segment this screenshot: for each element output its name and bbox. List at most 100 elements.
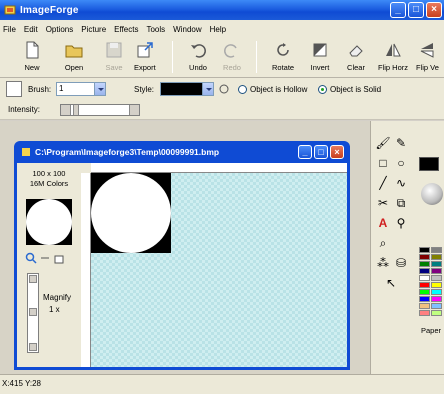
slider-down-arrow[interactable] — [29, 343, 37, 351]
magnifier-icon[interactable]: ⌕ — [375, 235, 391, 251]
brush-icon[interactable] — [6, 81, 22, 97]
palette-swatch[interactable] — [419, 282, 430, 288]
minimize-button[interactable]: _ — [390, 2, 406, 18]
rotate-button[interactable]: Rotate — [272, 40, 294, 72]
palette-swatch[interactable] — [419, 268, 430, 274]
redo-button[interactable]: Redo — [222, 40, 242, 72]
scissors-icon[interactable]: ✂ — [375, 195, 391, 211]
flip-horz-label: Flip Horz — [378, 63, 409, 72]
color-sphere-icon[interactable] — [421, 183, 443, 205]
menu-tools[interactable]: Tools — [146, 25, 165, 34]
open-button[interactable]: Open — [64, 40, 84, 72]
image-colors: 16M Colors — [29, 179, 69, 188]
paint-brush-icon[interactable]: 🖌 — [375, 135, 391, 151]
chevron-down-icon[interactable] — [202, 83, 213, 95]
menu-help[interactable]: Help — [210, 25, 226, 34]
palette-swatch[interactable] — [419, 296, 430, 302]
invert-icon — [313, 43, 327, 57]
flip-vertical-icon — [421, 43, 434, 58]
slider-up-arrow[interactable] — [29, 275, 37, 283]
color-picker-icon[interactable] — [218, 83, 230, 95]
doc-maximize-button[interactable]: □ — [314, 145, 328, 159]
menu-bar: File Edit Options Picture Effects Tools … — [0, 20, 444, 38]
image-thumbnail[interactable] — [26, 199, 72, 245]
image-canvas[interactable] — [91, 173, 171, 253]
redo-icon — [224, 44, 237, 58]
document-window: C:\Program\Imageforge3\Temp\00099991.bmp… — [14, 141, 350, 370]
save-button[interactable]: Save — [104, 40, 124, 72]
style-label: Style: — [134, 85, 155, 94]
document-title: C:\Program\Imageforge3\Temp\00099991.bmp — [35, 147, 220, 157]
rectangle-tool-icon[interactable]: □ — [375, 155, 391, 171]
hand-icon[interactable] — [53, 252, 65, 264]
new-button[interactable]: New — [22, 40, 42, 72]
palette-swatch[interactable] — [431, 268, 442, 274]
line-tool-icon[interactable]: ╱ — [375, 175, 391, 191]
palette-swatch[interactable] — [431, 296, 442, 302]
new-file-icon — [26, 41, 39, 59]
menu-effects[interactable]: Effects — [114, 25, 138, 34]
pan-icon[interactable] — [40, 252, 50, 264]
image-size: 100 x 100 — [32, 169, 66, 178]
menu-edit[interactable]: Edit — [24, 25, 38, 34]
palette-swatch[interactable] — [431, 261, 442, 267]
invert-button[interactable]: Invert — [310, 40, 330, 72]
magnify-slider[interactable] — [27, 273, 39, 353]
app-title-bar[interactable]: ImageForge _ □ × — [0, 0, 444, 20]
palette-swatch[interactable] — [419, 303, 430, 309]
export-button[interactable]: Export — [134, 40, 156, 72]
menu-picture[interactable]: Picture — [81, 25, 106, 34]
pointer-arrow-icon[interactable]: ↖ — [383, 275, 399, 291]
slider-thumb[interactable] — [73, 105, 79, 115]
palette-swatch[interactable] — [419, 289, 430, 295]
palette-swatch[interactable] — [431, 275, 442, 281]
close-button[interactable]: × — [426, 2, 442, 18]
chevron-down-icon[interactable] — [94, 83, 105, 95]
slider-left-arrow[interactable] — [61, 105, 71, 115]
menu-window[interactable]: Window — [173, 25, 201, 34]
foreground-color-swatch[interactable] — [419, 157, 439, 171]
palette-swatch[interactable] — [431, 254, 442, 260]
magnify-value: 1 x — [49, 305, 60, 314]
spray-can-icon[interactable]: ⁂ — [375, 255, 391, 271]
fill-bucket-icon[interactable]: ⛁ — [393, 255, 409, 271]
style-color-select[interactable] — [160, 82, 214, 96]
palette-swatch[interactable] — [431, 310, 442, 316]
slider-thumb[interactable] — [29, 308, 37, 316]
pencil-icon[interactable]: ✎ — [393, 135, 409, 151]
menu-file[interactable]: File — [3, 25, 16, 34]
brush-size-select[interactable]: 1 — [56, 82, 106, 96]
object-solid-radio[interactable] — [318, 85, 327, 94]
maximize-button[interactable]: □ — [408, 2, 424, 18]
clear-button[interactable]: Clear — [346, 40, 366, 72]
magnify-control: Magnify 1 x — [27, 273, 75, 353]
text-tool-icon[interactable]: A — [375, 215, 391, 231]
intensity-slider[interactable] — [60, 104, 140, 116]
app-logo-icon — [4, 5, 16, 15]
clone-tool-icon[interactable]: ⧉ — [393, 195, 409, 211]
palette-swatch[interactable] — [419, 310, 430, 316]
flip-horz-button[interactable]: Flip Horz — [378, 40, 408, 72]
palette-swatch[interactable] — [419, 247, 430, 253]
options-bar: Brush: 1 Style: Object is Hollow Object … — [0, 78, 444, 100]
doc-close-button[interactable]: × — [330, 145, 344, 159]
palette-swatch[interactable] — [419, 261, 430, 267]
palette-swatch[interactable] — [431, 289, 442, 295]
flip-vert-button[interactable]: Flip Ve — [416, 40, 439, 72]
undo-button[interactable]: Undo — [188, 40, 208, 72]
menu-options[interactable]: Options — [46, 25, 74, 34]
object-hollow-radio[interactable] — [238, 85, 247, 94]
curve-tool-icon[interactable]: ∿ — [393, 175, 409, 191]
palette-swatch[interactable] — [431, 303, 442, 309]
palette-swatch[interactable] — [431, 247, 442, 253]
document-icon — [22, 148, 30, 156]
doc-minimize-button[interactable]: _ — [298, 145, 312, 159]
ellipse-tool-icon[interactable]: ○ — [393, 155, 409, 171]
palette-swatch[interactable] — [419, 254, 430, 260]
palette-swatch[interactable] — [431, 282, 442, 288]
palette-swatch[interactable] — [419, 275, 430, 281]
zoom-icon[interactable] — [25, 252, 37, 264]
slider-right-arrow[interactable] — [129, 105, 139, 115]
new-label: New — [24, 63, 40, 72]
dropper-icon[interactable]: ⚲ — [393, 215, 409, 231]
